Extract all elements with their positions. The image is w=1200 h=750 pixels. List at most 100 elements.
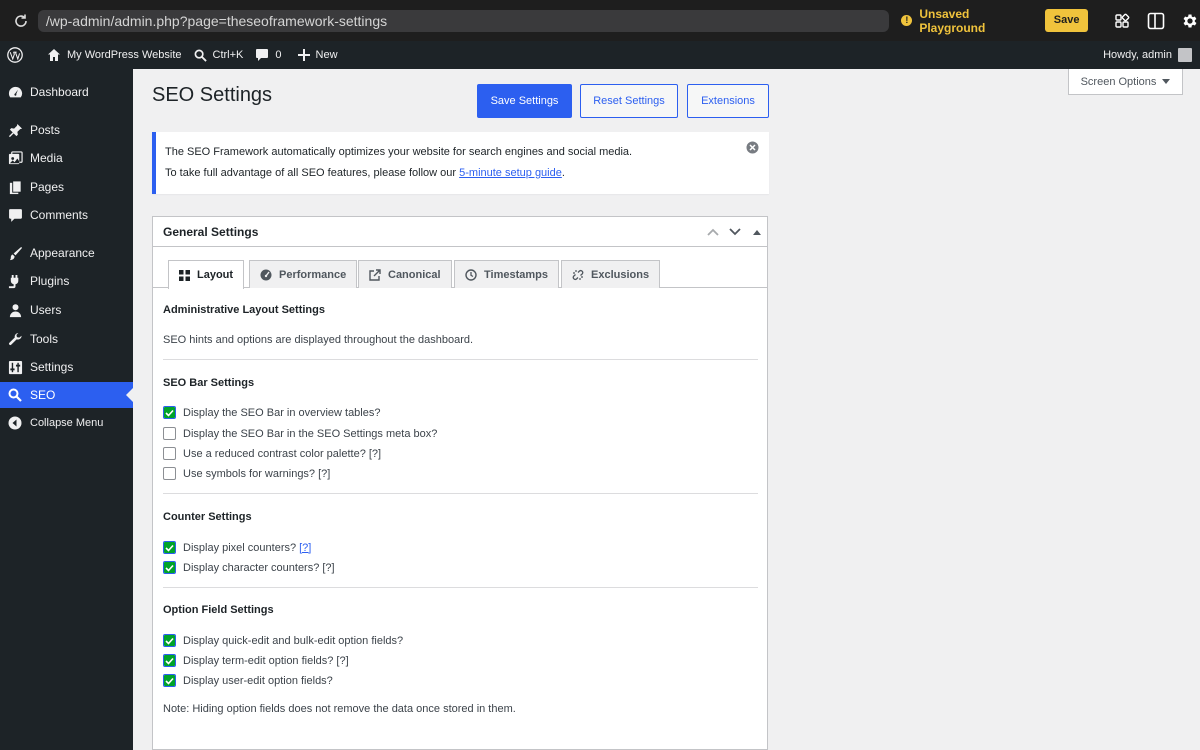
move-up-icon[interactable] <box>705 224 721 240</box>
help-tip[interactable]: [?] <box>322 562 334 574</box>
blocks-icon[interactable] <box>1112 11 1132 31</box>
save-settings-button[interactable]: Save Settings <box>477 84 572 118</box>
seo-bar-overview-option[interactable]: Display the SEO Bar in overview tables? <box>163 406 380 419</box>
checkmark-icon <box>164 407 175 418</box>
warning-symbols-checkbox[interactable] <box>163 467 176 480</box>
gear-icon[interactable] <box>1180 11 1200 31</box>
pixel-counter-checkbox[interactable] <box>163 541 176 554</box>
menu-item-media[interactable]: Media <box>0 145 133 171</box>
reload-icon[interactable] <box>12 12 30 30</box>
tab-layout[interactable]: Layout <box>168 260 245 289</box>
option-field-note: Note: Hiding option fields does not remo… <box>163 703 516 715</box>
menu-label: Appearance <box>30 246 95 260</box>
option-label: Display user-edit option fields? <box>183 674 333 687</box>
howdy-label: Howdy, admin <box>1103 49 1172 61</box>
menu-label: SEO <box>30 388 56 402</box>
section-divider <box>163 493 758 494</box>
dashboard-icon <box>7 84 23 100</box>
postbox-header: General Settings <box>153 217 767 247</box>
home-icon <box>48 49 60 61</box>
menu-label: Settings <box>30 360 74 374</box>
layout-grid-icon <box>179 269 190 281</box>
settings-tabs: Layout Performance Canonical Timestamps … <box>153 248 767 289</box>
admin-layout-desc: SEO hints and options are displayed thro… <box>163 334 474 346</box>
help-tip[interactable]: [?] <box>336 655 348 667</box>
menu-item-plugins[interactable]: Plugins <box>0 268 133 294</box>
notice-line-2-text: To take full advantage of all SEO featur… <box>165 167 460 179</box>
help-tip-link[interactable]: [?] <box>299 542 311 554</box>
search-icon <box>7 387 23 403</box>
seo-bar-metabox-option[interactable]: Display the SEO Bar in the SEO Settings … <box>163 427 437 440</box>
wrench-icon <box>7 331 23 347</box>
menu-item-dashboard[interactable]: Dashboard <box>0 79 133 105</box>
dismiss-icon[interactable] <box>746 141 759 154</box>
screen-options-button[interactable]: Screen Options <box>1068 69 1183 95</box>
notice-line-2-suffix: . <box>561 167 565 179</box>
tab-exclusions[interactable]: Exclusions <box>561 260 661 288</box>
option-label: Display quick-edit and bulk-edit option … <box>183 634 404 647</box>
pixel-counter-option[interactable]: Display pixel counters? [?] <box>163 541 311 554</box>
pin-icon <box>7 122 23 138</box>
quick-edit-option[interactable]: Display quick-edit and bulk-edit option … <box>163 634 403 647</box>
seo-bar-metabox-checkbox[interactable] <box>163 427 176 440</box>
sidebar-toggle-icon[interactable] <box>1146 11 1166 31</box>
user-edit-checkbox[interactable] <box>163 674 176 687</box>
comment-icon <box>256 49 269 61</box>
collapse-menu-button[interactable]: Collapse Menu <box>0 410 133 436</box>
tab-label: Exclusions <box>591 268 650 281</box>
command-palette-link[interactable]: Ctrl+K <box>188 41 250 69</box>
reduced-contrast-checkbox[interactable] <box>163 447 176 460</box>
playground-save-button[interactable]: Save <box>1044 9 1089 32</box>
url-bar[interactable]: /wp-admin/admin.php?page=theseoframework… <box>37 9 890 32</box>
admin-layout-title: Administrative Layout Settings <box>163 304 325 316</box>
checkmark-icon <box>164 675 175 686</box>
menu-item-tools[interactable]: Tools <box>0 326 133 352</box>
site-name-link[interactable]: My WordPress Website <box>41 41 188 69</box>
setup-guide-link[interactable]: 5-minute setup guide <box>459 167 562 179</box>
user-icon <box>7 302 23 318</box>
menu-item-seo[interactable]: SEO <box>0 382 133 408</box>
quick-edit-checkbox[interactable] <box>163 634 176 647</box>
move-down-icon[interactable] <box>727 224 743 240</box>
term-edit-checkbox[interactable] <box>163 654 176 667</box>
checkmark-icon <box>164 562 175 573</box>
menu-item-users[interactable]: Users <box>0 297 133 323</box>
playground-toolbar: /wp-admin/admin.php?page=theseoframework… <box>0 0 1200 41</box>
new-content-link[interactable]: New <box>292 41 344 69</box>
reduced-contrast-option[interactable]: Use a reduced contrast color palette? [?… <box>163 447 381 460</box>
extensions-button[interactable]: Extensions <box>687 84 769 118</box>
unsaved-status: ! Unsaved Playground <box>901 7 1037 35</box>
character-counter-checkbox[interactable] <box>163 561 176 574</box>
help-tip[interactable]: [?] <box>318 468 330 480</box>
tab-label: Timestamps <box>484 268 548 281</box>
menu-item-comments[interactable]: Comments <box>0 202 133 228</box>
menu-label: Comments <box>30 208 89 222</box>
toggle-panel-icon[interactable] <box>749 224 765 240</box>
brush-icon <box>7 245 23 261</box>
seo-bar-overview-checkbox[interactable] <box>163 406 176 419</box>
reset-settings-button[interactable]: Reset Settings <box>580 84 678 118</box>
new-label: New <box>315 49 338 61</box>
menu-item-appearance[interactable]: Appearance <box>0 240 133 266</box>
tab-timestamps[interactable]: Timestamps <box>454 260 559 288</box>
help-tip[interactable]: [?] <box>369 448 381 460</box>
menu-label: Plugins <box>30 274 70 288</box>
user-edit-option[interactable]: Display user-edit option fields? <box>163 674 333 687</box>
character-counter-option[interactable]: Display character counters? [?] <box>163 561 335 574</box>
menu-label: Posts <box>30 123 61 137</box>
menu-label: Tools <box>30 332 59 346</box>
term-edit-option[interactable]: Display term-edit option fields? [?] <box>163 654 349 667</box>
tab-performance[interactable]: Performance <box>249 260 358 288</box>
avatar <box>1178 48 1192 62</box>
wordpress-logo-icon[interactable] <box>0 41 35 69</box>
menu-item-settings[interactable]: Settings <box>0 354 133 380</box>
option-field-title: Option Field Settings <box>163 604 274 616</box>
tab-canonical[interactable]: Canonical <box>358 260 452 288</box>
my-account[interactable]: Howdy, admin <box>1103 48 1200 62</box>
pages-icon <box>7 179 23 195</box>
warning-symbols-option[interactable]: Use symbols for warnings? [?] <box>163 467 330 480</box>
menu-item-pages[interactable]: Pages <box>0 174 133 200</box>
comments-link[interactable]: 0 <box>249 41 287 69</box>
tab-label: Layout <box>197 269 234 281</box>
menu-item-posts[interactable]: Posts <box>0 117 133 143</box>
